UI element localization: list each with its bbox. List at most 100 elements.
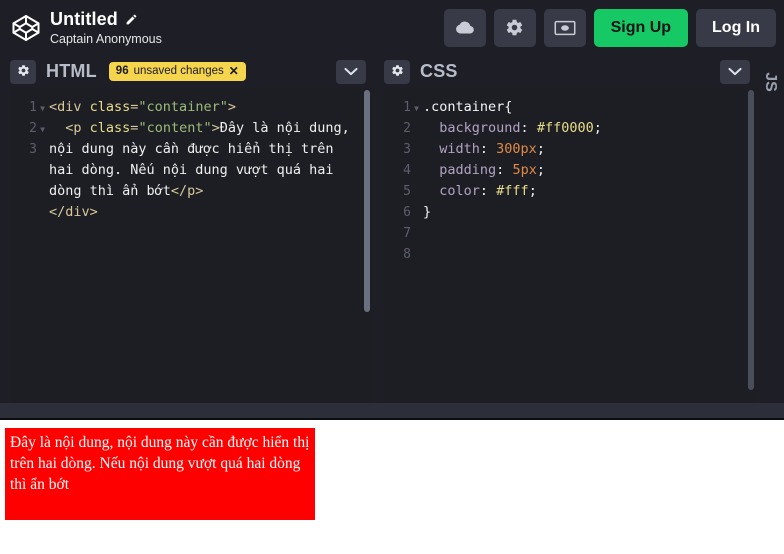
code-token: > bbox=[228, 99, 236, 115]
css-panel-header: CSS bbox=[384, 55, 756, 88]
chevron-down-icon bbox=[344, 64, 358, 79]
html-panel-title: HTML bbox=[46, 61, 97, 82]
line-number: 2 bbox=[384, 118, 411, 139]
code-token: ; bbox=[537, 141, 545, 157]
code-token: #ff0000 bbox=[537, 120, 594, 136]
close-icon[interactable]: ✕ bbox=[229, 65, 239, 77]
js-panel-title: JS bbox=[761, 72, 779, 92]
code-token: #fff bbox=[496, 183, 529, 199]
gear-icon bbox=[505, 18, 524, 37]
html-panel: HTML 96 unsaved changes ✕ 1▼2▼3 <div cla… bbox=[0, 55, 372, 403]
codepen-logo-icon[interactable] bbox=[4, 6, 48, 50]
code-token: 5px bbox=[512, 162, 536, 178]
line-number: 3 bbox=[384, 139, 411, 160]
pen-author[interactable]: Captain Anonymous bbox=[50, 32, 162, 47]
settings-button[interactable] bbox=[494, 9, 536, 47]
preview-resize-handle[interactable] bbox=[0, 403, 784, 420]
css-code-editor[interactable]: 1▼2345678 .container{ background: #ff000… bbox=[384, 88, 756, 403]
preview-layout-button[interactable] bbox=[544, 9, 586, 47]
fold-arrow-icon[interactable]: ▼ bbox=[40, 98, 45, 119]
code-line: background: #ff0000; bbox=[423, 118, 744, 139]
html-panel-header: HTML 96 unsaved changes ✕ bbox=[10, 55, 372, 88]
css-editor-scrollbar[interactable] bbox=[748, 90, 754, 390]
line-number: 2▼ bbox=[10, 118, 37, 139]
sign-up-button[interactable]: Sign Up bbox=[594, 9, 688, 47]
code-token: ; bbox=[529, 183, 537, 199]
code-line: padding: 5px; bbox=[423, 160, 744, 181]
css-panel: CSS 1▼2345678 .container{ background: #f… bbox=[384, 55, 756, 403]
line-number: 3 bbox=[10, 139, 37, 160]
pencil-icon[interactable] bbox=[125, 13, 138, 26]
save-button[interactable] bbox=[444, 9, 486, 47]
unsaved-changes-label: unsaved changes bbox=[134, 65, 224, 77]
fold-arrow-icon[interactable]: ▼ bbox=[414, 98, 419, 119]
html-line-numbers: 1▼2▼3 bbox=[10, 88, 40, 403]
code-token: <div bbox=[49, 99, 90, 115]
html-code-content[interactable]: <div class="container"> <p class="conten… bbox=[40, 88, 372, 403]
code-token: : bbox=[521, 120, 537, 136]
html-collapse-button[interactable] bbox=[336, 60, 366, 84]
screen-preview-icon bbox=[554, 19, 576, 37]
line-number: 8 bbox=[384, 244, 411, 265]
pen-meta: Untitled Captain Anonymous bbox=[50, 8, 162, 47]
js-panel-collapsed[interactable]: JS bbox=[756, 55, 784, 403]
preview-container-box: Đây là nội dung, nội dung này cần được h… bbox=[5, 428, 315, 520]
pane-resize-divider[interactable] bbox=[372, 55, 384, 403]
code-token: : bbox=[496, 162, 512, 178]
code-line bbox=[423, 223, 744, 244]
code-token: class bbox=[90, 120, 131, 136]
line-number: 5 bbox=[384, 181, 411, 202]
code-line: } bbox=[423, 202, 744, 223]
code-line: .container{ bbox=[423, 97, 744, 118]
code-token: </p> bbox=[171, 183, 204, 199]
log-in-button[interactable]: Log In bbox=[696, 9, 776, 47]
code-line: width: 300px; bbox=[423, 139, 744, 160]
line-number: 1▼ bbox=[384, 97, 411, 118]
code-token: ; bbox=[537, 162, 545, 178]
unsaved-changes-count: 96 bbox=[116, 65, 129, 77]
fold-arrow-icon[interactable]: ▼ bbox=[40, 119, 45, 140]
code-token: <p bbox=[49, 120, 90, 136]
code-token: </div> bbox=[49, 204, 98, 220]
preview-content-text: Đây là nội dung, nội dung này cần được h… bbox=[10, 434, 309, 493]
code-line: color: #fff; bbox=[423, 181, 744, 202]
code-token: ; bbox=[594, 120, 602, 136]
line-number: 4 bbox=[384, 160, 411, 181]
css-code-content[interactable]: .container{ background: #ff0000; width: … bbox=[414, 88, 756, 403]
code-token: padding bbox=[423, 162, 496, 178]
code-token: 300px bbox=[496, 141, 537, 157]
html-settings-button[interactable] bbox=[10, 60, 36, 84]
code-line bbox=[423, 244, 744, 265]
code-line: </div> bbox=[49, 202, 360, 223]
line-number: 7 bbox=[384, 223, 411, 244]
chevron-down-icon bbox=[728, 64, 742, 79]
code-token: > bbox=[212, 120, 220, 136]
code-token: : bbox=[480, 183, 496, 199]
result-preview-pane: Đây là nội dung, nội dung này cần được h… bbox=[0, 420, 784, 554]
gear-icon bbox=[17, 64, 30, 80]
code-token: color bbox=[423, 183, 480, 199]
code-token: "content" bbox=[138, 120, 211, 136]
code-line: <p class="content">Đây là nội dung, nội … bbox=[49, 118, 360, 202]
pen-title-row: Untitled bbox=[50, 8, 162, 30]
code-token: : bbox=[480, 141, 496, 157]
css-panel-title: CSS bbox=[420, 61, 458, 82]
css-settings-button[interactable] bbox=[384, 60, 410, 84]
code-line: <div class="container"> bbox=[49, 97, 360, 118]
line-number: 1▼ bbox=[10, 97, 37, 118]
code-token: width bbox=[423, 141, 480, 157]
code-token: class bbox=[90, 99, 131, 115]
app-header: Untitled Captain Anonymous bbox=[0, 0, 784, 55]
code-token: "container" bbox=[138, 99, 227, 115]
code-token: } bbox=[423, 204, 431, 220]
html-code-editor[interactable]: 1▼2▼3 <div class="container"> <p class="… bbox=[10, 88, 372, 403]
gear-icon bbox=[391, 64, 404, 80]
editor-area: HTML 96 unsaved changes ✕ 1▼2▼3 <div cla… bbox=[0, 55, 784, 403]
cloud-icon bbox=[455, 18, 474, 37]
line-number: 6 bbox=[384, 202, 411, 223]
code-token: .container{ bbox=[423, 99, 512, 115]
unsaved-changes-badge[interactable]: 96 unsaved changes ✕ bbox=[109, 62, 246, 81]
css-collapse-button[interactable] bbox=[720, 60, 750, 84]
html-editor-scrollbar[interactable] bbox=[364, 90, 370, 312]
page-title: Untitled bbox=[50, 9, 118, 29]
